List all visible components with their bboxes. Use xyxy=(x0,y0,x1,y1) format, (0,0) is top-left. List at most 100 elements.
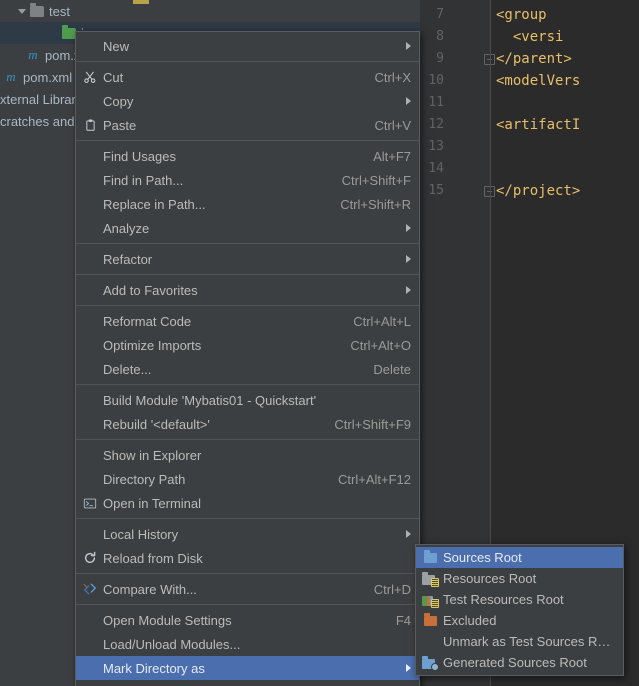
menu-separator xyxy=(76,518,419,519)
icon-placeholder xyxy=(80,282,100,298)
context-menu-item-label: Optimize Imports xyxy=(103,337,202,353)
context-menu-item[interactable]: Find Usages Alt+F7 xyxy=(76,144,419,168)
icon-placeholder xyxy=(80,251,100,267)
context-menu-item-label: Replace in Path... xyxy=(103,196,206,212)
context-menu-item-label: Compare With... xyxy=(103,581,197,597)
context-menu-item-label: Find Usages xyxy=(103,148,176,164)
folder-gray-icon xyxy=(30,2,44,17)
icon-placeholder xyxy=(80,471,100,487)
context-menu-item[interactable]: Mark Directory as xyxy=(76,656,419,680)
chevron-right-icon xyxy=(406,286,411,294)
context-menu-item[interactable]: Open Module Settings F4 xyxy=(76,608,419,632)
context-menu-item[interactable]: Show in Explorer xyxy=(76,443,419,467)
menu-item-shortcut: Ctrl+Shift+F9 xyxy=(334,416,411,432)
context-menu-item-label: Directory Path xyxy=(103,471,186,487)
icon-placeholder xyxy=(420,634,440,650)
context-menu-item[interactable]: Remove BOM xyxy=(76,680,419,686)
chevron-right-icon xyxy=(406,530,411,538)
context-menu-item-label: Show in Explorer xyxy=(103,447,202,463)
code-line: <group xyxy=(496,7,547,23)
context-menu-item-label: Local History xyxy=(103,526,179,542)
compare-icon xyxy=(80,581,100,597)
submenu-item[interactable]: Sources Root xyxy=(416,547,623,568)
clipboard-icon xyxy=(80,117,100,133)
chevron-down-icon[interactable] xyxy=(18,8,26,14)
submenu-item[interactable]: Excluded xyxy=(416,610,623,631)
menu-item-shortcut: F4 xyxy=(395,612,411,628)
context-menu-item[interactable]: Optimize Imports Ctrl+Alt+O xyxy=(76,333,419,357)
menu-separator xyxy=(76,243,419,244)
menu-item-shortcut: Ctrl+Shift+F xyxy=(341,172,411,188)
submenu-item[interactable]: Generated Sources Root xyxy=(416,652,623,673)
menu-item-shortcut: Delete xyxy=(373,361,411,377)
submenu-item-label: Resources Root xyxy=(443,571,537,586)
icon-placeholder xyxy=(80,392,100,408)
context-menu[interactable]: New Cut Ctrl+X Copy Paste Ctrl+V Find Usages Al… xyxy=(75,31,420,686)
context-menu-item-label: Rebuild '<default>' xyxy=(103,416,210,432)
context-menu-item-label: Paste xyxy=(103,117,137,133)
icon-placeholder xyxy=(80,196,100,212)
context-menu-item[interactable]: Compare With... Ctrl+D xyxy=(76,577,419,601)
context-menu-item[interactable]: Refactor xyxy=(76,247,419,271)
context-menu-item-label: Add to Favorites xyxy=(103,282,198,298)
context-menu-item[interactable]: Reload from Disk xyxy=(76,546,419,570)
refresh-icon xyxy=(80,550,100,566)
context-menu-item[interactable]: Delete... Delete xyxy=(76,357,419,381)
context-menu-item[interactable]: Add to Favorites xyxy=(76,278,419,302)
context-menu-item[interactable]: Replace in Path... Ctrl+Shift+R xyxy=(76,192,419,216)
context-menu-item[interactable]: Paste Ctrl+V xyxy=(76,113,419,137)
context-menu-item[interactable]: Find in Path... Ctrl+Shift+F xyxy=(76,168,419,192)
tree-row[interactable]: test xyxy=(0,0,420,22)
context-menu-item[interactable]: Load/Unload Modules... xyxy=(76,632,419,656)
menu-separator xyxy=(76,439,419,440)
icon-placeholder xyxy=(80,636,100,652)
folder-green-icon xyxy=(62,24,76,39)
terminal-icon xyxy=(80,495,100,511)
menu-item-shortcut: Ctrl+Alt+F12 xyxy=(338,471,411,487)
context-menu-item-label: Find in Path... xyxy=(103,172,184,188)
menu-item-shortcut: Ctrl+V xyxy=(374,117,411,133)
context-menu-item[interactable]: Open in Terminal xyxy=(76,491,419,515)
context-menu-item-label: Open in Terminal xyxy=(103,495,202,511)
icon-placeholder xyxy=(80,416,100,432)
scissors-icon xyxy=(80,69,100,85)
context-menu-item[interactable]: Analyze xyxy=(76,216,419,240)
mark-directory-as-submenu[interactable]: Sources Root Resources Root Test Resources… xyxy=(415,544,624,676)
icon-placeholder xyxy=(80,220,100,236)
context-menu-item[interactable]: Directory Path Ctrl+Alt+F12 xyxy=(76,467,419,491)
context-menu-item-label: Open Module Settings xyxy=(103,612,232,628)
submenu-item-label: Test Resources Root xyxy=(443,592,564,607)
icon-placeholder xyxy=(80,612,100,628)
submenu-item[interactable]: Test Resources Root xyxy=(416,589,623,610)
context-menu-item-label: Analyze xyxy=(103,220,150,236)
context-menu-item[interactable]: Local History xyxy=(76,522,419,546)
line-number: 7 xyxy=(436,7,444,22)
resources-folder-icon xyxy=(420,571,440,587)
code-line: <versi xyxy=(496,29,564,45)
context-menu-item[interactable]: Reformat Code Ctrl+Alt+L xyxy=(76,309,419,333)
menu-item-shortcut: Ctrl+Alt+O xyxy=(350,337,411,353)
submenu-item[interactable]: Resources Root xyxy=(416,568,623,589)
context-menu-item[interactable]: Cut Ctrl+X xyxy=(76,65,419,89)
maven-icon: m xyxy=(6,69,16,84)
context-menu-item[interactable]: New xyxy=(76,34,419,58)
context-menu-item[interactable]: Rebuild '<default>' Ctrl+Shift+F9 xyxy=(76,412,419,436)
chevron-right-icon xyxy=(406,255,411,263)
icon-placeholder xyxy=(80,38,100,54)
menu-item-shortcut: Ctrl+D xyxy=(373,581,411,597)
context-menu-item[interactable]: Copy xyxy=(76,89,419,113)
context-menu-item-label: Reformat Code xyxy=(103,313,192,329)
menu-separator xyxy=(76,573,419,574)
menu-item-shortcut: Ctrl+Alt+L xyxy=(353,313,411,329)
icon-placeholder xyxy=(80,660,100,676)
code-line: </parent> xyxy=(496,51,572,67)
tree-row-label: xternal Librar xyxy=(0,91,76,107)
context-menu-item-label: Cut xyxy=(103,69,124,85)
menu-separator xyxy=(76,140,419,141)
menu-item-shortcut: Alt+F7 xyxy=(373,148,411,164)
icon-placeholder xyxy=(80,172,100,188)
folder-blue-icon xyxy=(420,549,440,566)
icon-placeholder xyxy=(80,337,100,353)
context-menu-item[interactable]: Build Module 'Mybatis01 - Quickstart' xyxy=(76,388,419,412)
submenu-item[interactable]: Unmark as Test Sources Root xyxy=(416,631,623,652)
